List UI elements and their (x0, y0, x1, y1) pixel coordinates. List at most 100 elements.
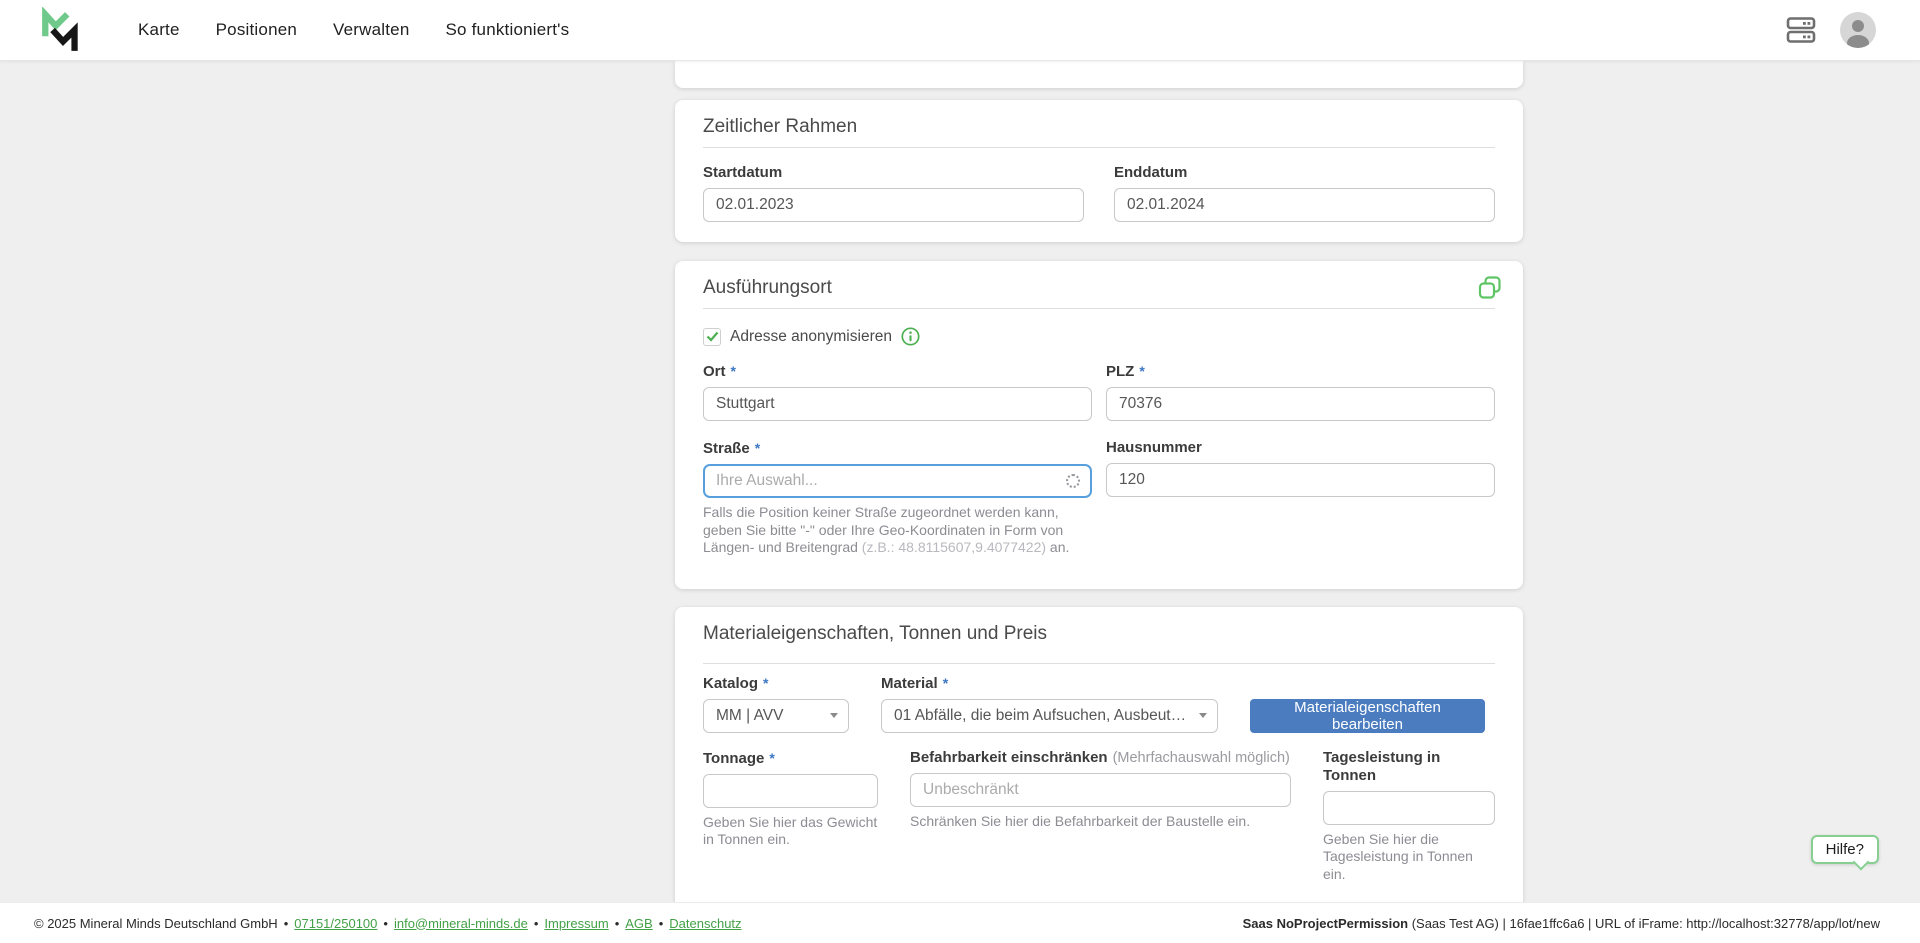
footer-email-link[interactable]: info@mineral-minds.de (394, 916, 528, 931)
nav-item-so-funktionierts[interactable]: So funktioniert's (446, 20, 570, 40)
footer-phone-link[interactable]: 07151/250100 (294, 916, 377, 931)
befahrbarkeit-hint: Schränken Sie hier die Befahrbarkeit der… (910, 813, 1291, 831)
tagesleistung-label-text: Tagesleistung in Tonnen (1323, 749, 1495, 785)
material-label: Material * (881, 674, 1218, 693)
person-icon (1840, 12, 1876, 48)
plz-label-text: PLZ (1106, 363, 1134, 381)
plz-field-block: PLZ * (1106, 362, 1495, 421)
tagesleistung-field-block: Tagesleistung in Tonnen Geben Sie hier d… (1323, 749, 1495, 884)
tonnage-hint: Geben Sie hier das Gewicht in Tonnen ein… (703, 814, 878, 849)
section-divider (703, 663, 1495, 664)
strasse-label-text: Straße (703, 440, 750, 458)
startdatum-input[interactable] (703, 188, 1084, 222)
katalog-selected-value: MM | AVV (716, 707, 824, 725)
ausfuehrungsort-card: Ausführungsort Adresse anonymisieren Ort… (675, 261, 1523, 589)
strasse-label: Straße * (703, 439, 1092, 458)
startdatum-label-text: Startdatum (703, 164, 782, 182)
startdatum-label: Startdatum (703, 164, 1084, 182)
enddatum-input[interactable] (1114, 188, 1495, 222)
footer-impressum-link[interactable]: Impressum (544, 916, 608, 931)
loading-spinner-icon (1066, 474, 1080, 488)
strasse-field-block: Straße * Falls die Position keiner Straß… (703, 439, 1092, 557)
footer-environment-info: (Saas Test AG) | 16fae1ffc6a6 | URL of i… (1408, 916, 1880, 931)
material-select[interactable]: 01 Abfälle, die beim Aufsuchen, Ausbeute… (881, 699, 1218, 733)
navbar-right-icons (1786, 12, 1920, 48)
anonymisieren-label: Adresse anonymisieren (730, 328, 892, 346)
strasse-hint-example: (z.B.: 48.8115607,9.4077422) (862, 539, 1046, 555)
plz-input[interactable] (1106, 387, 1495, 421)
befahrbarkeit-input[interactable] (910, 773, 1291, 807)
startdatum-field-block: Startdatum (703, 164, 1084, 222)
section-title-material: Materialeigenschaften, Tonnen und Preis (703, 623, 1495, 645)
katalog-select[interactable]: MM | AVV (703, 699, 849, 733)
tagesleistung-input[interactable] (1323, 791, 1495, 825)
katalog-field-block: Katalog * MM | AVV (703, 674, 849, 733)
hausnummer-label: Hausnummer (1106, 439, 1495, 457)
page-footer: © 2025 Mineral Minds Deutschland GmbH • … (0, 902, 1920, 943)
tonnage-label: Tonnage * (703, 749, 878, 768)
section-divider (703, 147, 1495, 148)
mineral-minds-logo-icon[interactable] (38, 7, 86, 53)
material-field-block: Material * 01 Abfälle, die beim Aufsuche… (881, 674, 1218, 733)
footer-datenschutz-link[interactable]: Datenschutz (669, 916, 741, 931)
required-marker: * (763, 674, 768, 692)
copy-duplicate-icon[interactable] (1477, 275, 1503, 301)
section-divider (703, 308, 1495, 309)
strasse-hint-text-end: an. (1046, 539, 1069, 555)
befahrbarkeit-label-suffix: (Mehrfachauswahl möglich) (1113, 749, 1290, 767)
ort-input[interactable] (703, 387, 1092, 421)
required-marker: * (755, 439, 760, 457)
ort-label: Ort * (703, 362, 1092, 381)
zeitlicher-rahmen-card: Zeitlicher Rahmen Startdatum Enddatum (675, 100, 1523, 242)
user-avatar[interactable] (1840, 12, 1876, 48)
required-marker: * (731, 362, 736, 380)
nav-item-karte[interactable]: Karte (138, 20, 180, 40)
hausnummer-label-text: Hausnummer (1106, 439, 1202, 457)
befahrbarkeit-label-text: Befahrbarkeit einschränken (910, 749, 1108, 767)
material-card: Materialeigenschaften, Tonnen und Preis … (675, 607, 1523, 943)
footer-left: © 2025 Mineral Minds Deutschland GmbH • … (34, 916, 742, 931)
anonymisieren-row: Adresse anonymisieren (703, 327, 1495, 346)
required-marker: * (943, 674, 948, 692)
footer-separator: • (284, 916, 289, 931)
ort-field-block: Ort * (703, 362, 1092, 421)
hausnummer-input[interactable] (1106, 463, 1495, 497)
materialeigenschaften-bearbeiten-button[interactable]: Materialeigenschaften bearbeiten (1250, 699, 1485, 733)
enddatum-label: Enddatum (1114, 164, 1495, 182)
anonymisieren-checkbox[interactable] (703, 328, 721, 346)
hilfe-button[interactable]: Hilfe? (1811, 835, 1879, 864)
previous-section-card-partial (675, 61, 1523, 88)
footer-tenant-name: Saas NoProjectPermission (1243, 916, 1408, 931)
footer-copyright: © 2025 Mineral Minds Deutschland GmbH (34, 916, 278, 931)
enddatum-label-text: Enddatum (1114, 164, 1187, 182)
footer-separator: • (659, 916, 664, 931)
nav-item-verwalten[interactable]: Verwalten (333, 20, 409, 40)
hausnummer-field-block: Hausnummer (1106, 439, 1495, 557)
server-dns-icon[interactable] (1786, 15, 1816, 45)
katalog-label-text: Katalog (703, 675, 758, 693)
nav-item-positionen[interactable]: Positionen (216, 20, 297, 40)
section-title-zeitlicher-rahmen: Zeitlicher Rahmen (703, 116, 1495, 138)
strasse-input[interactable] (703, 464, 1092, 498)
enddatum-field-block: Enddatum (1114, 164, 1495, 222)
lot-form: Zeitlicher Rahmen Startdatum Enddatum Au… (675, 61, 1523, 943)
befahrbarkeit-label: Befahrbarkeit einschränken (Mehrfachausw… (910, 749, 1291, 767)
chevron-down-icon (1199, 713, 1207, 718)
footer-right: Saas NoProjectPermission (Saas Test AG) … (1243, 916, 1880, 931)
strasse-hint: Falls die Position keiner Straße zugeord… (703, 504, 1077, 557)
tagesleistung-hint: Geben Sie hier die Tagesleistung in Tonn… (1323, 831, 1495, 884)
required-marker: * (769, 749, 774, 767)
plz-label: PLZ * (1106, 362, 1495, 381)
tonnage-input[interactable] (703, 774, 878, 808)
tagesleistung-label: Tagesleistung in Tonnen (1323, 749, 1495, 785)
info-icon[interactable] (901, 327, 920, 346)
section-title-ausfuehrungsort: Ausführungsort (703, 277, 1495, 299)
footer-separator: • (615, 916, 620, 931)
footer-agb-link[interactable]: AGB (625, 916, 652, 931)
chevron-down-icon (830, 713, 838, 718)
footer-separator: • (534, 916, 539, 931)
material-selected-value: 01 Abfälle, die beim Aufsuchen, Ausbeute… (894, 707, 1193, 725)
check-icon (706, 331, 719, 342)
footer-separator: • (383, 916, 388, 931)
katalog-label: Katalog * (703, 674, 849, 693)
